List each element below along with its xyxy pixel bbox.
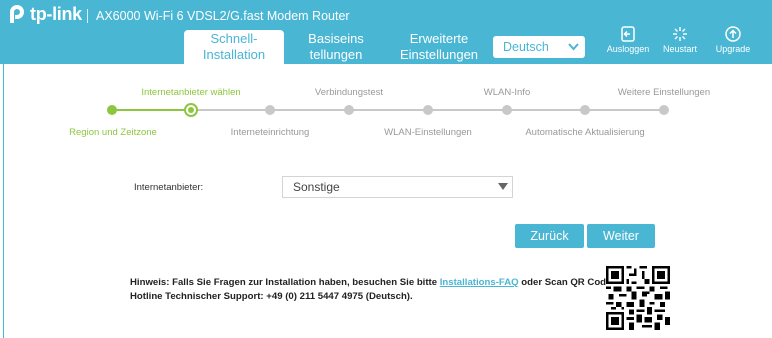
step-label-internet-setup: Interneteinrichtung (230, 127, 310, 138)
step-label-region: Region und Zeitzone (69, 127, 157, 138)
step-dot-2 (184, 103, 198, 117)
hint-line-1: Hinweis: Falls Sie Fragen zur Installati… (130, 276, 614, 290)
tab-quick-setup[interactable]: Schnell- Installation (184, 30, 284, 64)
tab-basic-settings-line2: tellungen (309, 47, 363, 62)
hint-suffix: oder Scan QR Code. (518, 277, 615, 288)
qr-code-icon (606, 266, 670, 330)
reboot-icon (673, 27, 687, 41)
step-label-wlan-settings: WLAN-Einstellungen (384, 127, 472, 138)
tab-advanced-settings[interactable]: Erweiterte Einstellungen (388, 30, 490, 64)
tab-basic-settings-line1: Basiseins (308, 31, 364, 46)
provider-select[interactable]: Sonstige (282, 176, 513, 198)
stepper-track-done (112, 109, 191, 111)
step-dot-1 (107, 105, 117, 115)
header-divider (87, 9, 88, 23)
tp-link-logo-icon (10, 5, 24, 23)
tp-link-logo: tp-link (6, 3, 82, 25)
reboot-button[interactable]: Neustart (655, 26, 705, 54)
router-setup-page: tp-link AX6000 Wi-Fi 6 VDSL2/G.fast Mode… (0, 0, 772, 338)
tab-quick-setup-line1: Schnell- (210, 31, 258, 46)
upgrade-icon (725, 26, 741, 42)
step-label-more-settings: Weitere Einstellungen (617, 87, 711, 98)
brand-name: tp-link (30, 3, 82, 24)
chevron-down-icon (568, 36, 579, 66)
main-tabs: Schnell- Installation Basiseins tellunge… (184, 30, 490, 64)
hint-prefix: Hinweis: Falls Sie Fragen zur Installati… (130, 277, 440, 288)
tab-advanced-settings-line1: Erweiterte (409, 31, 469, 46)
model-name: AX6000 Wi-Fi 6 VDSL2/G.fast Modem Router (96, 9, 350, 23)
top-header: tp-link AX6000 Wi-Fi 6 VDSL2/G.fast Mode… (0, 0, 772, 64)
step-label-connection-test: Verbindungstest (314, 87, 384, 98)
hint-line-2: Hotline Technischer Support: +49 (0) 211… (130, 291, 413, 302)
provider-label: Internetanbieter: (134, 182, 204, 193)
next-button[interactable]: Weiter (587, 224, 655, 248)
tab-quick-setup-line2: Installation (202, 47, 266, 62)
step-dot-8 (659, 105, 669, 115)
installation-faq-link[interactable]: Installations-FAQ (440, 277, 519, 288)
step-dot-3 (265, 105, 275, 115)
reboot-label: Neustart (662, 44, 697, 54)
language-select[interactable]: Deutsch (493, 36, 585, 58)
logout-label: Ausloggen (606, 44, 650, 54)
step-dot-4 (344, 105, 354, 115)
step-dot-7 (580, 105, 590, 115)
tab-basic-settings[interactable]: Basiseins tellungen (286, 30, 386, 64)
step-dot-5 (423, 105, 433, 115)
step-dot-6 (502, 105, 512, 115)
logout-icon (621, 26, 635, 42)
step-label-auto-update: Automatische Aktualisierung (525, 127, 645, 138)
back-button[interactable]: Zurück (515, 224, 584, 248)
provider-value: Sonstige (293, 180, 340, 194)
upgrade-button[interactable]: Upgrade (708, 26, 758, 54)
logout-button[interactable]: Ausloggen (603, 26, 653, 54)
step-label-provider: Internetanbieter wählen (141, 87, 241, 98)
step-label-wlan-info: WLAN-Info (483, 87, 531, 98)
language-value: Deutsch (503, 40, 549, 54)
support-hint: Hinweis: Falls Sie Fragen zur Installati… (130, 276, 614, 304)
tab-advanced-settings-line2: Einstellungen (399, 47, 479, 62)
upgrade-label: Upgrade (715, 44, 751, 54)
dropdown-arrow-icon (498, 183, 508, 190)
